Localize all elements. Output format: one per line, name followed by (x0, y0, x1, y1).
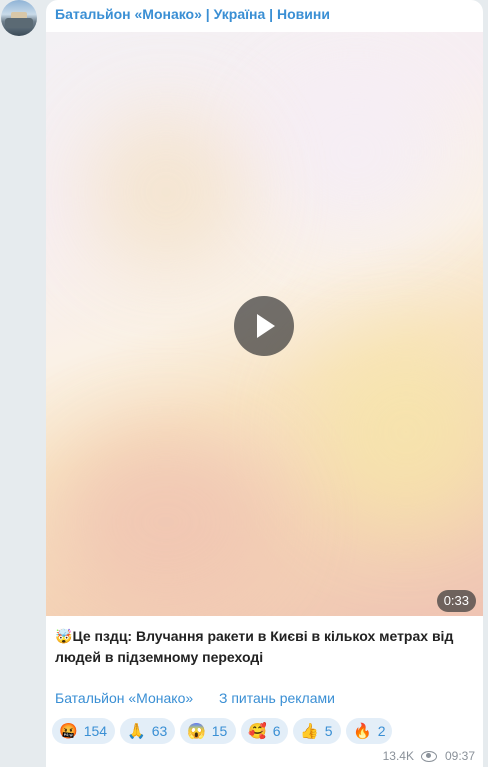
smiling-hearts-icon: 🥰 (248, 723, 267, 740)
reaction-pray[interactable]: 🙏 63 (120, 718, 175, 744)
thumbs-up-icon: 👍 (300, 723, 319, 740)
channel-avatar[interactable] (1, 0, 37, 36)
reaction-enraged[interactable]: 🤬 154 (52, 718, 115, 744)
reaction-love[interactable]: 🥰 6 (241, 718, 288, 744)
reaction-count: 2 (377, 723, 386, 739)
scream-face-icon: 😱 (187, 723, 206, 740)
play-icon[interactable] (234, 296, 294, 356)
message-caption: 🤯Це пздц: Влучання ракети в Києві в кіль… (55, 626, 475, 668)
message-bubble: Батальйон «Монако» | Україна | Новини 0:… (46, 0, 483, 767)
reaction-thumbsup[interactable]: 👍 5 (293, 718, 341, 744)
caption-emoji: 🤯 (55, 628, 73, 644)
video-duration: 0:33 (436, 590, 476, 612)
fire-icon: 🔥 (353, 723, 372, 740)
reaction-count: 5 (324, 723, 333, 739)
channel-link[interactable]: Батальйон «Монако» (55, 690, 193, 706)
reaction-count: 6 (272, 723, 281, 739)
reaction-count: 63 (151, 723, 168, 739)
message-meta: 13.4K 09:37 (383, 749, 475, 763)
video-thumbnail[interactable]: 0:33 (46, 32, 483, 616)
reaction-count: 154 (83, 723, 108, 739)
reaction-count: 15 (211, 723, 228, 739)
eye-icon (420, 750, 437, 762)
pray-icon: 🙏 (127, 723, 146, 740)
view-count: 13.4K (382, 749, 414, 763)
ads-link[interactable]: З питань реклами (219, 690, 335, 706)
caption-text: Це пздц: Влучання ракети в Києві в кільк… (55, 628, 454, 665)
enraged-face-icon: 🤬 (59, 723, 78, 740)
message-time: 09:37 (444, 749, 475, 763)
reaction-scream[interactable]: 😱 15 (180, 718, 236, 744)
avatar-detail (5, 18, 33, 28)
reaction-fire[interactable]: 🔥 2 (346, 718, 392, 744)
channel-name[interactable]: Батальйон «Монако» | Україна | Новини (55, 6, 330, 22)
